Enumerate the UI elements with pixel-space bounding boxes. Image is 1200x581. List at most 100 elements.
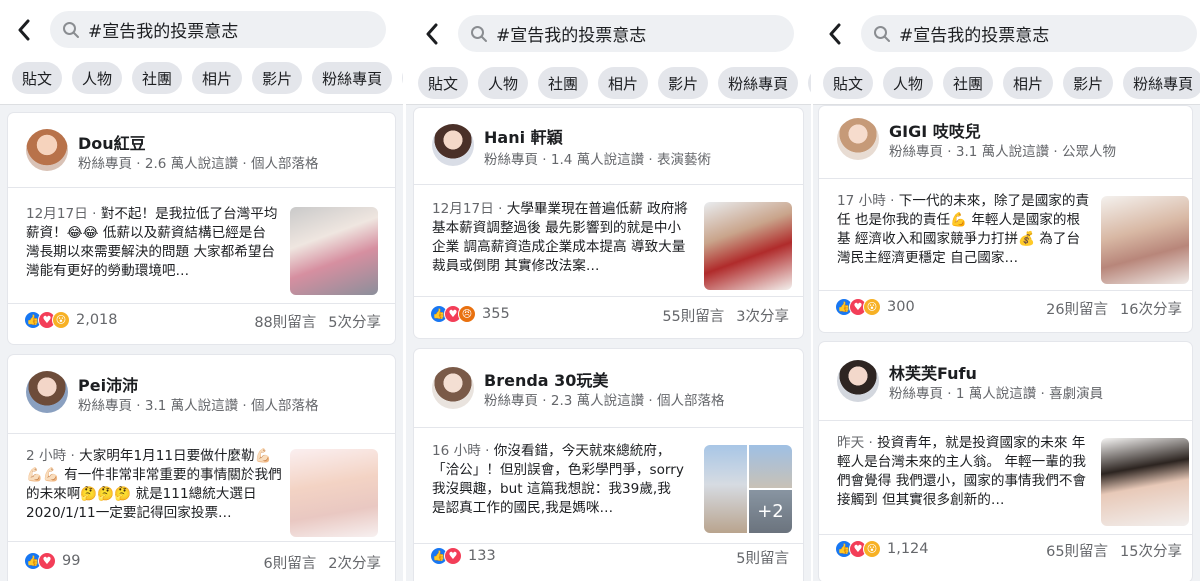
post-stats: 65則留言 15次分享: [1046, 540, 1182, 561]
search-input[interactable]: #宣告我的投票意志: [50, 11, 386, 48]
post-stats: 55則留言 3次分享: [662, 305, 789, 326]
chip-videos[interactable]: 影片: [1063, 67, 1114, 99]
reactions[interactable]: 👍 ♥ 😮 1,124: [835, 539, 929, 559]
post-text[interactable]: 昨天 · 投資青年，就是投資國家的未來 年輕人是台灣未來的主人翁。 年輕一輩的我…: [837, 434, 1093, 510]
post-thumbnail[interactable]: [1101, 438, 1189, 526]
page-name[interactable]: 林芙芙Fufu: [889, 360, 977, 384]
reactions[interactable]: 👍 ♥ 99: [24, 551, 80, 571]
post-date: 12月17日 ·: [26, 206, 101, 222]
chip-videos[interactable]: 影片: [658, 67, 709, 99]
divider: [8, 433, 395, 434]
search-icon: [874, 25, 890, 42]
page-name[interactable]: Hani 軒穎: [484, 124, 563, 148]
photo-grid[interactable]: +2: [704, 445, 792, 533]
chip-photos[interactable]: 相片: [598, 67, 649, 99]
search-icon: [63, 21, 79, 38]
post-thumbnail[interactable]: [1101, 196, 1189, 284]
search-query: #宣告我的投票意志: [899, 26, 1050, 46]
post-stats: 5則留言: [736, 547, 789, 568]
page-avatar[interactable]: [837, 360, 879, 402]
chip-photos[interactable]: 相片: [192, 62, 243, 94]
photo: [749, 445, 792, 488]
comment-count[interactable]: 6則留言: [264, 556, 317, 572]
post-card[interactable]: 林芙芙Fufu 粉絲專頁 · 1 萬人說這讚 · 喜劇演員 昨天 · 投資青年，…: [819, 342, 1192, 581]
post-date: 12月17日 ·: [432, 201, 507, 217]
chip-groups[interactable]: 社團: [943, 67, 994, 99]
reactions[interactable]: 👍 ♥ 😮 300: [835, 297, 915, 317]
reactions[interactable]: 👍 ♥ 😮 2,018: [24, 310, 118, 330]
chip-people[interactable]: 人物: [478, 67, 529, 99]
reactions[interactable]: 👍 ♥ 133: [430, 546, 496, 566]
search-results-panel-2: #宣告我的投票意志 貼文 人物 社團 相片 影片 粉絲專頁 M Hani 軒穎 …: [406, 0, 811, 581]
chip-pages[interactable]: 粉絲專頁: [718, 67, 799, 99]
post-text[interactable]: 17 小時 · 下一代的未來，除了是國家的責任 也是你我的責任💪 年輕人是國家的…: [837, 192, 1093, 268]
reactions[interactable]: 👍 ♥ 😠 355: [430, 304, 510, 324]
chip-photos[interactable]: 相片: [1003, 67, 1054, 99]
more-photos-count: +2: [749, 490, 792, 533]
chip-people[interactable]: 人物: [72, 62, 123, 94]
reaction-count: 133: [468, 548, 496, 564]
share-count[interactable]: 15次分享: [1120, 544, 1182, 560]
page-avatar[interactable]: [837, 118, 879, 160]
page-name[interactable]: Pei沛沛: [78, 372, 138, 396]
post-text[interactable]: 16 小時 · 你沒看錯，今天就來總統府，「洽公」！但別誤會，色彩學門爭，sor…: [432, 442, 684, 518]
post-text[interactable]: 12月17日 · 大學畢業現在普遍低薪 政府將基本薪資調整過後 最先影響到的就是…: [432, 200, 688, 276]
chip-posts[interactable]: 貼文: [418, 67, 469, 99]
post-card[interactable]: Pei沛沛 粉絲專頁 · 3.1 萬人說這讚 · 個人部落格 2 小時 · 大家…: [8, 355, 395, 581]
back-arrow-icon[interactable]: [823, 22, 847, 46]
reaction-count: 355: [482, 306, 510, 322]
share-count[interactable]: 16次分享: [1120, 302, 1182, 318]
page-name[interactable]: GIGI 吱吱兒: [889, 118, 981, 142]
search-query: #宣告我的投票意志: [496, 26, 647, 46]
post-thumbnail[interactable]: [290, 449, 378, 537]
search-results-panel-3: #宣告我的投票意志 貼文 人物 社團 相片 影片 粉絲專頁 M GIGI 吱吱兒…: [813, 0, 1200, 581]
comment-count[interactable]: 65則留言: [1046, 544, 1108, 560]
divider: [819, 178, 1192, 179]
reaction-count: 2,018: [76, 312, 118, 328]
page-meta: 粉絲專頁 · 2.6 萬人說這讚 · 個人部落格: [78, 156, 319, 172]
page-avatar[interactable]: [26, 129, 68, 171]
post-card[interactable]: Dou紅豆 粉絲專頁 · 2.6 萬人說這讚 · 個人部落格 12月17日 · …: [8, 113, 395, 344]
page-avatar[interactable]: [26, 371, 68, 413]
page-avatar[interactable]: [432, 124, 474, 166]
share-count[interactable]: 2次分享: [328, 556, 381, 572]
post-text[interactable]: 2 小時 · 大家明年1月11日要做什麼勒💪🏻💪🏻💪🏻 有一件非常非常重要的事情…: [26, 447, 284, 523]
post-card[interactable]: Brenda 30玩美 粉絲專頁 · 2.3 萬人說這讚 · 個人部落格 16 …: [414, 349, 803, 581]
post-card[interactable]: Hani 軒穎 粉絲專頁 · 1.4 萬人說這讚 · 表演藝術 12月17日 ·…: [414, 108, 803, 338]
wow-reaction-icon: 😮: [52, 311, 70, 329]
divider: [414, 427, 803, 428]
chip-people[interactable]: 人物: [883, 67, 934, 99]
top-bar: #宣告我的投票意志 貼文 人物 社團 相片 影片 粉絲專頁 M: [406, 0, 811, 105]
chip-groups[interactable]: 社團: [538, 67, 589, 99]
share-count[interactable]: 5次分享: [328, 315, 381, 331]
comment-count[interactable]: 55則留言: [662, 309, 724, 325]
angry-reaction-icon: 😠: [458, 305, 476, 323]
post-thumbnail[interactable]: [704, 202, 792, 290]
page-name[interactable]: Dou紅豆: [78, 130, 146, 154]
back-arrow-icon[interactable]: [420, 22, 444, 46]
chip-videos[interactable]: 影片: [252, 62, 303, 94]
chip-pages[interactable]: 粉絲專頁: [1123, 67, 1200, 99]
divider: [8, 187, 395, 188]
comment-count[interactable]: 5則留言: [736, 551, 789, 567]
post-text[interactable]: 12月17日 · 對不起！是我拉低了台灣平均薪資！😂😂 低薪以及薪資結構已經是台…: [26, 205, 278, 281]
share-count[interactable]: 3次分享: [736, 309, 789, 325]
post-thumbnail[interactable]: [290, 207, 378, 295]
post-card[interactable]: GIGI 吱吱兒 粉絲專頁 · 3.1 萬人說這讚 · 公眾人物 17 小時 ·…: [819, 106, 1192, 332]
search-input[interactable]: #宣告我的投票意志: [861, 15, 1197, 52]
chip-pages[interactable]: 粉絲專頁: [312, 62, 393, 94]
page-avatar[interactable]: [432, 367, 474, 409]
back-arrow-icon[interactable]: [12, 18, 36, 42]
photo: +2: [749, 490, 792, 533]
chip-posts[interactable]: 貼文: [823, 67, 874, 99]
search-input[interactable]: #宣告我的投票意志: [458, 15, 794, 52]
chip-groups[interactable]: 社團: [132, 62, 183, 94]
reaction-count: 300: [887, 299, 915, 315]
chip-posts[interactable]: 貼文: [12, 62, 63, 94]
comment-count[interactable]: 88則留言: [254, 315, 316, 331]
page-meta: 粉絲專頁 · 2.3 萬人說這讚 · 個人部落格: [484, 393, 725, 409]
comment-count[interactable]: 26則留言: [1046, 302, 1108, 318]
divider: [8, 303, 395, 304]
page-name[interactable]: Brenda 30玩美: [484, 367, 608, 391]
top-bar: #宣告我的投票意志 貼文 人物 社團 相片 影片 粉絲專頁 M: [0, 0, 403, 105]
